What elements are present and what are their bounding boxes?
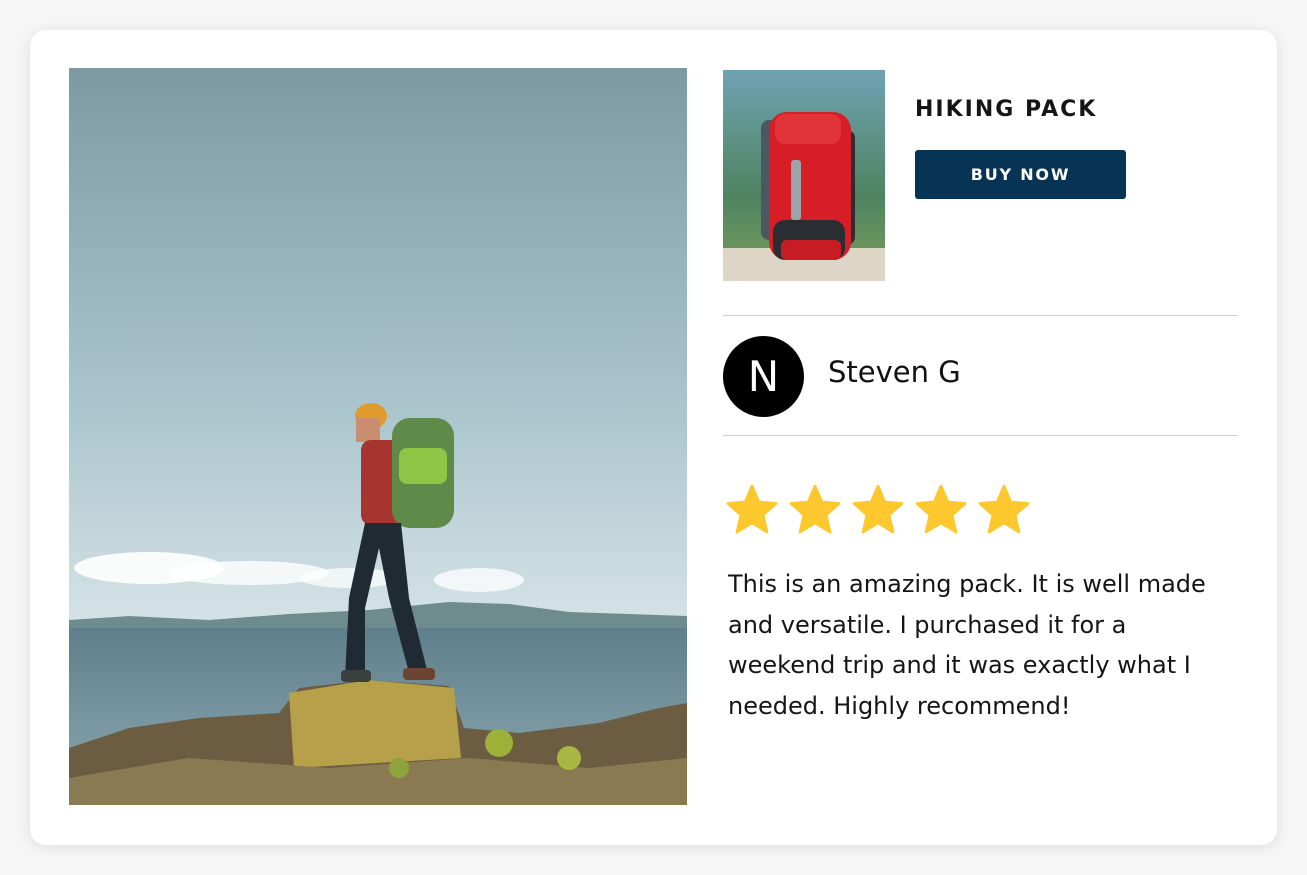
review-text: This is an amazing pack. It is well made… (728, 570, 1206, 720)
star-rating (723, 482, 1033, 538)
buy-now-button[interactable]: BUY NOW (915, 150, 1126, 199)
star-icon (915, 484, 967, 534)
star-icon (978, 484, 1030, 534)
avatar: N (723, 336, 804, 417)
star-icon (789, 484, 841, 534)
star-icon (726, 484, 778, 534)
hero-photo (69, 68, 687, 805)
star-icon (852, 484, 904, 534)
product-thumbnail-image (723, 70, 885, 281)
divider (723, 435, 1238, 436)
reviewer-name: Steven G (828, 355, 961, 389)
product-thumbnail[interactable] (723, 70, 885, 281)
review-card: HIKING PACK BUY NOW N Steven G This is a… (30, 30, 1277, 845)
hero-photo-image (69, 68, 687, 805)
divider (723, 315, 1238, 316)
product-title: HIKING PACK (915, 97, 1098, 122)
